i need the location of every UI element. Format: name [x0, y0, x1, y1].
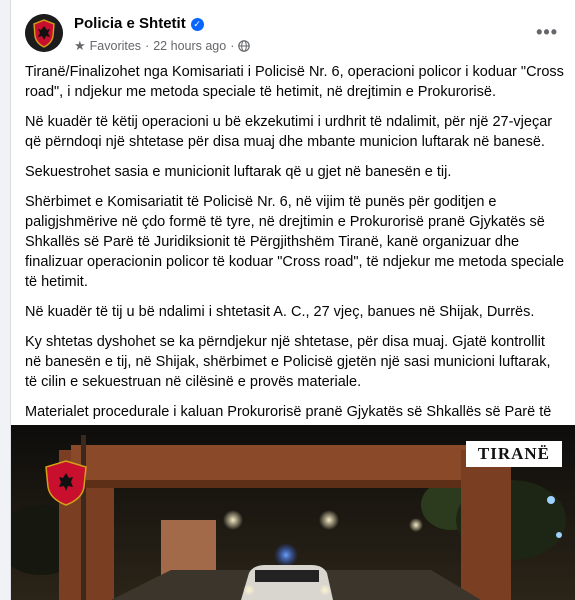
post-paragraph: Ky shtetas dyshohet se ka përndjekur një…	[25, 334, 551, 390]
post-header: Policia e Shtetit ✓ ★ Favorites · 22 hour…	[11, 0, 575, 60]
meta-separator: ·	[145, 39, 150, 53]
post-card: Policia e Shtetit ✓ ★ Favorites · 22 hour…	[10, 0, 575, 600]
post-paragraph: Shërbimet e Komisariatit të Policisë Nr.…	[25, 194, 565, 290]
favorites-label[interactable]: Favorites	[90, 39, 141, 53]
post-meta: ★ Favorites · 22 hours ago ·	[74, 38, 251, 54]
post-photo[interactable]: TIRANË	[11, 425, 575, 600]
post-paragraph: Tiranë/Finalizohet nga Komisariati i Pol…	[25, 64, 564, 100]
more-options-button[interactable]: •••	[536, 22, 558, 43]
page-avatar[interactable]	[25, 14, 63, 52]
verified-badge-icon: ✓	[190, 18, 204, 31]
police-emblem-icon	[25, 14, 63, 52]
page-name: Policia e Shtetit	[74, 15, 186, 32]
post-paragraph: Në kuadër të tij u bë ndalimi i shtetasi…	[25, 304, 535, 320]
post-paragraph: Në kuadër të këtij operacioni u bë ekzek…	[25, 114, 553, 150]
post-paragraph: Sekuestrohet sasia e municionit luftarak…	[25, 164, 452, 180]
post-timestamp[interactable]: 22 hours ago	[153, 39, 226, 53]
location-watermark: TIRANË	[465, 441, 562, 467]
page-name-link[interactable]: Policia e Shtetit ✓	[74, 15, 204, 32]
post-text: Tiranë/Finalizohet nga Komisariati i Pol…	[25, 62, 565, 452]
star-icon: ★	[74, 38, 86, 53]
meta-separator: ·	[230, 39, 235, 53]
globe-icon	[238, 40, 251, 52]
